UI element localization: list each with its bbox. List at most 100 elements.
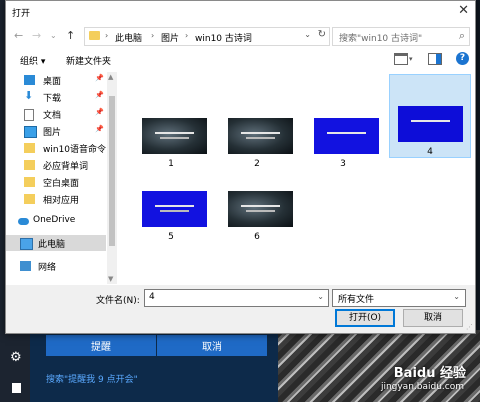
desktop-icon	[24, 75, 35, 85]
file-name: 2	[254, 159, 260, 169]
navigation-pane: 桌面 📌 ⬇ 下载 📌 文档 📌 图片 📌 win10语音命令 必应背单词 空白…	[6, 72, 117, 284]
file-name: 1	[168, 159, 174, 169]
gear-icon[interactable]: ⚙	[10, 350, 22, 365]
document-icon	[24, 109, 34, 121]
help-icon[interactable]: ?	[456, 52, 469, 65]
dialog-title: 打开	[12, 9, 31, 19]
scrollbar-thumb[interactable]	[109, 96, 115, 246]
title-bar: 打开 ✕	[6, 1, 475, 23]
bg-cancel-button[interactable]: 取消	[157, 335, 267, 356]
filename-value: 4	[149, 292, 155, 302]
filename-label: 文件名(N):	[96, 296, 140, 306]
image-thumbnail	[398, 106, 463, 142]
download-icon: ⬇	[24, 89, 34, 102]
sidebar-item-onedrive[interactable]: OneDrive	[6, 213, 106, 229]
image-thumbnail	[228, 118, 293, 154]
chevron-right-icon[interactable]: ›	[185, 31, 188, 40]
sidebar-item-folder[interactable]: win10语音命令	[6, 140, 106, 156]
sidebar-item-label: 此电脑	[38, 240, 66, 250]
scroll-up-icon[interactable]: ▲	[108, 73, 113, 81]
pin-icon[interactable]: 📌	[95, 74, 104, 82]
preview-pane-icon[interactable]	[428, 53, 442, 65]
cortana-search-suggestion[interactable]: 搜索"提醒我 9 点开会"	[46, 372, 138, 385]
image-thumbnail	[142, 118, 207, 154]
navigation-row: ← → ⌄ ↑ › 此电脑 › 图片 › win10 古诗词 ⌄ ↻ 搜索"wi…	[6, 25, 475, 47]
file-name: 6	[254, 232, 260, 242]
close-icon[interactable]: ✕	[458, 3, 469, 18]
chevron-down-icon[interactable]: ⌄	[453, 292, 460, 301]
file-item[interactable]: 2	[216, 101, 298, 183]
address-bar[interactable]: › 此电脑 › 图片 › win10 古诗词 ⌄ ↻	[84, 27, 330, 46]
forward-icon[interactable]: →	[32, 29, 41, 42]
toolbar: 组织 ▾ 新建文件夹 ▾ ?	[6, 49, 475, 71]
sidebar-item-label: 相对应用	[43, 196, 80, 206]
folder-icon	[89, 31, 100, 40]
sidebar-scrollbar[interactable]: ▲ ▼	[107, 72, 117, 284]
file-item[interactable]: 5	[130, 174, 212, 256]
user-icon[interactable]	[12, 383, 21, 393]
filename-input[interactable]: 4 ⌄	[144, 289, 329, 307]
sidebar-item-label: 下载	[43, 94, 62, 104]
breadcrumb-pictures[interactable]: 图片	[161, 31, 179, 44]
pin-icon[interactable]: 📌	[95, 91, 104, 99]
chevron-down-icon[interactable]: ▾	[409, 55, 413, 63]
sidebar-item-folder[interactable]: 空白桌面	[6, 174, 106, 190]
breadcrumb-this-pc[interactable]: 此电脑	[115, 31, 142, 44]
image-thumbnail	[228, 191, 293, 227]
cloud-icon	[18, 218, 29, 225]
chevron-down-icon[interactable]: ⌄	[317, 292, 324, 301]
cancel-button[interactable]: 取消	[403, 309, 463, 327]
watermark-url: jingyan.baidu.com	[380, 382, 464, 392]
sidebar-item-desktop[interactable]: 桌面 📌	[6, 72, 106, 88]
search-icon[interactable]: ⌕	[459, 29, 465, 43]
scroll-down-icon[interactable]: ▼	[108, 275, 113, 283]
breadcrumb-folder[interactable]: win10 古诗词	[195, 31, 252, 44]
sidebar-item-this-pc[interactable]: 此电脑	[6, 235, 106, 251]
resize-grip-icon[interactable]: ⋰	[466, 323, 473, 331]
chevron-right-icon[interactable]: ›	[105, 31, 108, 40]
sidebar-item-label: 空白桌面	[43, 179, 80, 189]
remind-button[interactable]: 提醒	[46, 335, 156, 356]
search-placeholder: 搜索"win10 古诗词"	[339, 34, 423, 44]
dialog-footer: 文件名(N): 4 ⌄ 所有文件 ⌄ 打开(O) 取消 ⋰	[6, 285, 475, 333]
watermark-logo: Baidu 经验	[393, 366, 466, 381]
network-icon	[20, 261, 31, 271]
open-button[interactable]: 打开(O)	[335, 309, 395, 327]
file-item[interactable]: 1	[130, 101, 212, 183]
pin-icon[interactable]: 📌	[95, 125, 104, 133]
computer-icon	[20, 238, 33, 250]
refresh-icon[interactable]: ↻	[318, 29, 326, 40]
search-input[interactable]: 搜索"win10 古诗词" ⌕	[332, 27, 470, 46]
sidebar-item-label: 必应背单词	[43, 162, 89, 172]
chevron-down-icon[interactable]: ⌄	[304, 30, 311, 39]
sidebar-item-documents[interactable]: 文档 📌	[6, 106, 106, 122]
up-icon[interactable]: ↑	[66, 29, 75, 42]
back-icon[interactable]: ←	[14, 29, 23, 42]
file-list: 1 2 3 4 5 6	[118, 72, 473, 284]
sidebar-item-downloads[interactable]: ⬇ 下载 📌	[6, 89, 106, 105]
sidebar-item-label: 文档	[43, 111, 62, 121]
file-item-selected[interactable]: 4	[389, 74, 471, 158]
sidebar-item-folder[interactable]: 必应背单词	[6, 157, 106, 173]
sidebar-item-network[interactable]: 网络	[6, 258, 106, 274]
open-file-dialog: 打开 ✕ ← → ⌄ ↑ › 此电脑 › 图片 › win10 古诗词 ⌄ ↻ …	[5, 0, 476, 334]
image-thumbnail	[314, 118, 379, 154]
sidebar-item-folder[interactable]: 相对应用	[6, 191, 106, 207]
sidebar-item-label: 桌面	[43, 77, 62, 87]
folder-icon	[24, 143, 35, 153]
file-item[interactable]: 6	[216, 174, 298, 256]
folder-icon	[24, 160, 35, 170]
file-name: 5	[168, 232, 174, 242]
new-folder-button[interactable]: 新建文件夹	[66, 54, 111, 67]
sidebar-item-label: 图片	[43, 128, 62, 138]
file-item[interactable]: 3	[302, 101, 384, 183]
sidebar-item-label: win10语音命令	[43, 145, 107, 155]
sidebar-item-pictures[interactable]: 图片 📌	[6, 123, 106, 139]
organize-button[interactable]: 组织 ▾	[20, 54, 45, 67]
filetype-value: 所有文件	[338, 295, 375, 305]
recent-dropdown-icon[interactable]: ⌄	[50, 31, 57, 40]
chevron-right-icon[interactable]: ›	[151, 31, 154, 40]
view-options-icon[interactable]	[394, 53, 408, 65]
pin-icon[interactable]: 📌	[95, 108, 104, 116]
filetype-select[interactable]: 所有文件 ⌄	[332, 289, 466, 307]
